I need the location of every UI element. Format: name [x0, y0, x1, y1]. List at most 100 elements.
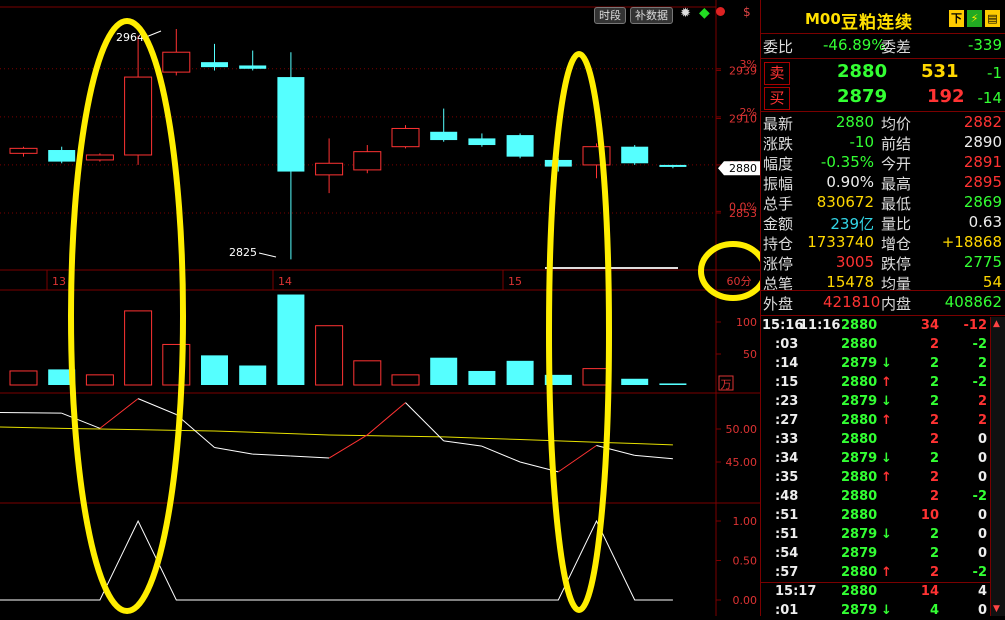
tick-row[interactable]: :51 2879 ↓ 2 0 [761, 526, 991, 545]
tick-volume: 10 [920, 508, 939, 523]
diamond-icon[interactable]: ◆ [699, 5, 710, 21]
stat-label: 持仓 [763, 235, 794, 253]
tick-change: -2 [972, 489, 987, 504]
candle-body [124, 76, 153, 156]
divider [761, 290, 1005, 291]
stat-label: 幅度 [763, 155, 794, 173]
diff-label: 委差 [881, 38, 912, 56]
circle-icon[interactable] [716, 7, 725, 16]
sell-change: -1 [987, 64, 1002, 82]
tick-row[interactable]: 15:16 11:16 2880 34 -12 [761, 317, 991, 336]
stat-value: 2869 [963, 193, 1002, 211]
tick-row[interactable]: :15 2880 ↑ 2 -2 [761, 374, 991, 393]
buy-row[interactable]: 买 2879 192 -14 [761, 86, 1005, 110]
volume-bar [659, 383, 687, 385]
tick-change: 2 [977, 394, 987, 409]
indicator-line-yellow [0, 426, 673, 446]
scroll-down-icon[interactable]: ▼ [993, 604, 1000, 614]
arrow-down-icon: ↓ [881, 394, 892, 409]
quote-panel: M00 豆粕连续 下 ⚡ ▤ 委比 -46.89% 委差 -339 卖 2880… [760, 0, 1005, 616]
signal-tick-label: 0.50 [733, 555, 758, 568]
stat-value: 2880 [835, 113, 874, 131]
tick-change: 0 [977, 432, 987, 447]
volume-tick-label: 50 [743, 348, 757, 361]
diff-value: -339 [967, 36, 1002, 54]
divider [761, 33, 1005, 34]
candle-body [659, 164, 687, 167]
time-range-button[interactable]: 时段 [594, 7, 626, 24]
tick-row[interactable]: 15:17 2880 14 4 [761, 583, 991, 602]
tick-scrollbar[interactable]: ▲ ▼ [990, 317, 1005, 616]
candle-body [315, 162, 344, 176]
volume-bar [468, 370, 496, 385]
stat-label: 最低 [881, 195, 912, 213]
tick-volume: 2 [929, 489, 939, 504]
tick-time: :15 [775, 375, 799, 390]
stat-label: 增仓 [881, 235, 912, 253]
tick-volume: 14 [920, 584, 939, 599]
tick-price: 2880 [841, 489, 878, 504]
tick-row[interactable]: :33 2880 2 0 [761, 431, 991, 450]
indicator-segment [0, 412, 62, 414]
tick-time: :48 [775, 489, 799, 504]
tick-change: -2 [972, 375, 987, 390]
tick-volume: 4 [929, 603, 939, 616]
signal-tick-label: 0.00 [733, 594, 758, 607]
tick-row[interactable]: :57 2880 ↑ 2 -2 [761, 564, 991, 583]
tick-row[interactable]: :35 2880 ↑ 2 0 [761, 469, 991, 488]
tick-volume: 2 [929, 451, 939, 466]
tick-price: 2879 [841, 527, 878, 542]
indicator-segment [290, 455, 330, 459]
kline-chart[interactable]: 3%29392%291028820.0%28532880296428251314… [0, 0, 768, 616]
candle-body [468, 138, 496, 146]
tick-row[interactable]: :14 2879 ↓ 2 2 [761, 355, 991, 374]
tick-list[interactable]: 15:16 11:16 2880 34 -12:03 2880 2 -2:14 2879 ↓ 2 2:… [761, 317, 1005, 616]
signal-line [0, 519, 673, 601]
tick-row[interactable]: :23 2879 ↓ 2 2 [761, 393, 991, 412]
chart-area[interactable]: 3%29392%291028820.0%28532880296428251314… [0, 0, 768, 616]
tick-price: 2879 [841, 356, 878, 371]
arrow-down-icon: ↓ [881, 451, 892, 466]
price-tick-label: 2910 [729, 113, 757, 126]
low-marker: 2825 [229, 246, 257, 259]
tick-row[interactable]: :51 2880 10 0 [761, 507, 991, 526]
tick-row[interactable]: :54 2879 2 0 [761, 545, 991, 564]
tick-row[interactable]: :34 2879 ↓ 2 0 [761, 450, 991, 469]
stat-value: 239亿 [830, 215, 874, 233]
tick-row[interactable]: :48 2880 2 -2 [761, 488, 991, 507]
candle-body [621, 146, 649, 164]
sell-row[interactable]: 卖 2880 531 -1 [761, 61, 1005, 85]
buy-qty: 192 [927, 86, 965, 107]
menu-icon[interactable]: ▤ [985, 10, 1000, 27]
price-tick-label: 2853 [729, 207, 757, 220]
indicator-segment [481, 445, 521, 463]
tick-row[interactable]: :03 2880 2 -2 [761, 336, 991, 355]
tick-row[interactable]: :27 2880 ↑ 2 2 [761, 412, 991, 431]
tick-volume: 2 [929, 432, 939, 447]
outer-value: 421810 [823, 293, 881, 311]
stat-value: 2882 [963, 113, 1002, 131]
volume-bar [239, 365, 267, 385]
volume-bar [201, 355, 228, 385]
lightning-icon[interactable]: ⚡ [967, 10, 982, 27]
indicator-segment [99, 398, 139, 429]
tick-price: 2880 [841, 565, 878, 580]
tick-time: :35 [775, 470, 799, 485]
tick-time: 15:17 [775, 584, 817, 599]
scroll-up-icon[interactable]: ▲ [993, 319, 1000, 329]
stat-label: 今开 [881, 155, 912, 173]
tick-time: :01 [775, 603, 799, 616]
ratio-value: -46.89% [823, 36, 886, 54]
gear-icon[interactable]: ✹ [680, 6, 691, 21]
indicator-segment [252, 453, 291, 457]
indicator-segment [596, 445, 635, 456]
fill-data-button[interactable]: 补数据 [630, 7, 673, 24]
tick-row[interactable]: :01 2879 ↓ 4 0 [761, 602, 991, 616]
stat-label: 均价 [881, 115, 912, 133]
tick-change: 0 [977, 508, 987, 523]
down-button[interactable]: 下 [949, 10, 964, 27]
stat-row: 振幅 0.90% 最高 2895 [761, 173, 1005, 193]
tick-time: :23 [775, 394, 799, 409]
indicator-segment [137, 398, 177, 415]
currency-icon[interactable]: $ [743, 5, 751, 19]
